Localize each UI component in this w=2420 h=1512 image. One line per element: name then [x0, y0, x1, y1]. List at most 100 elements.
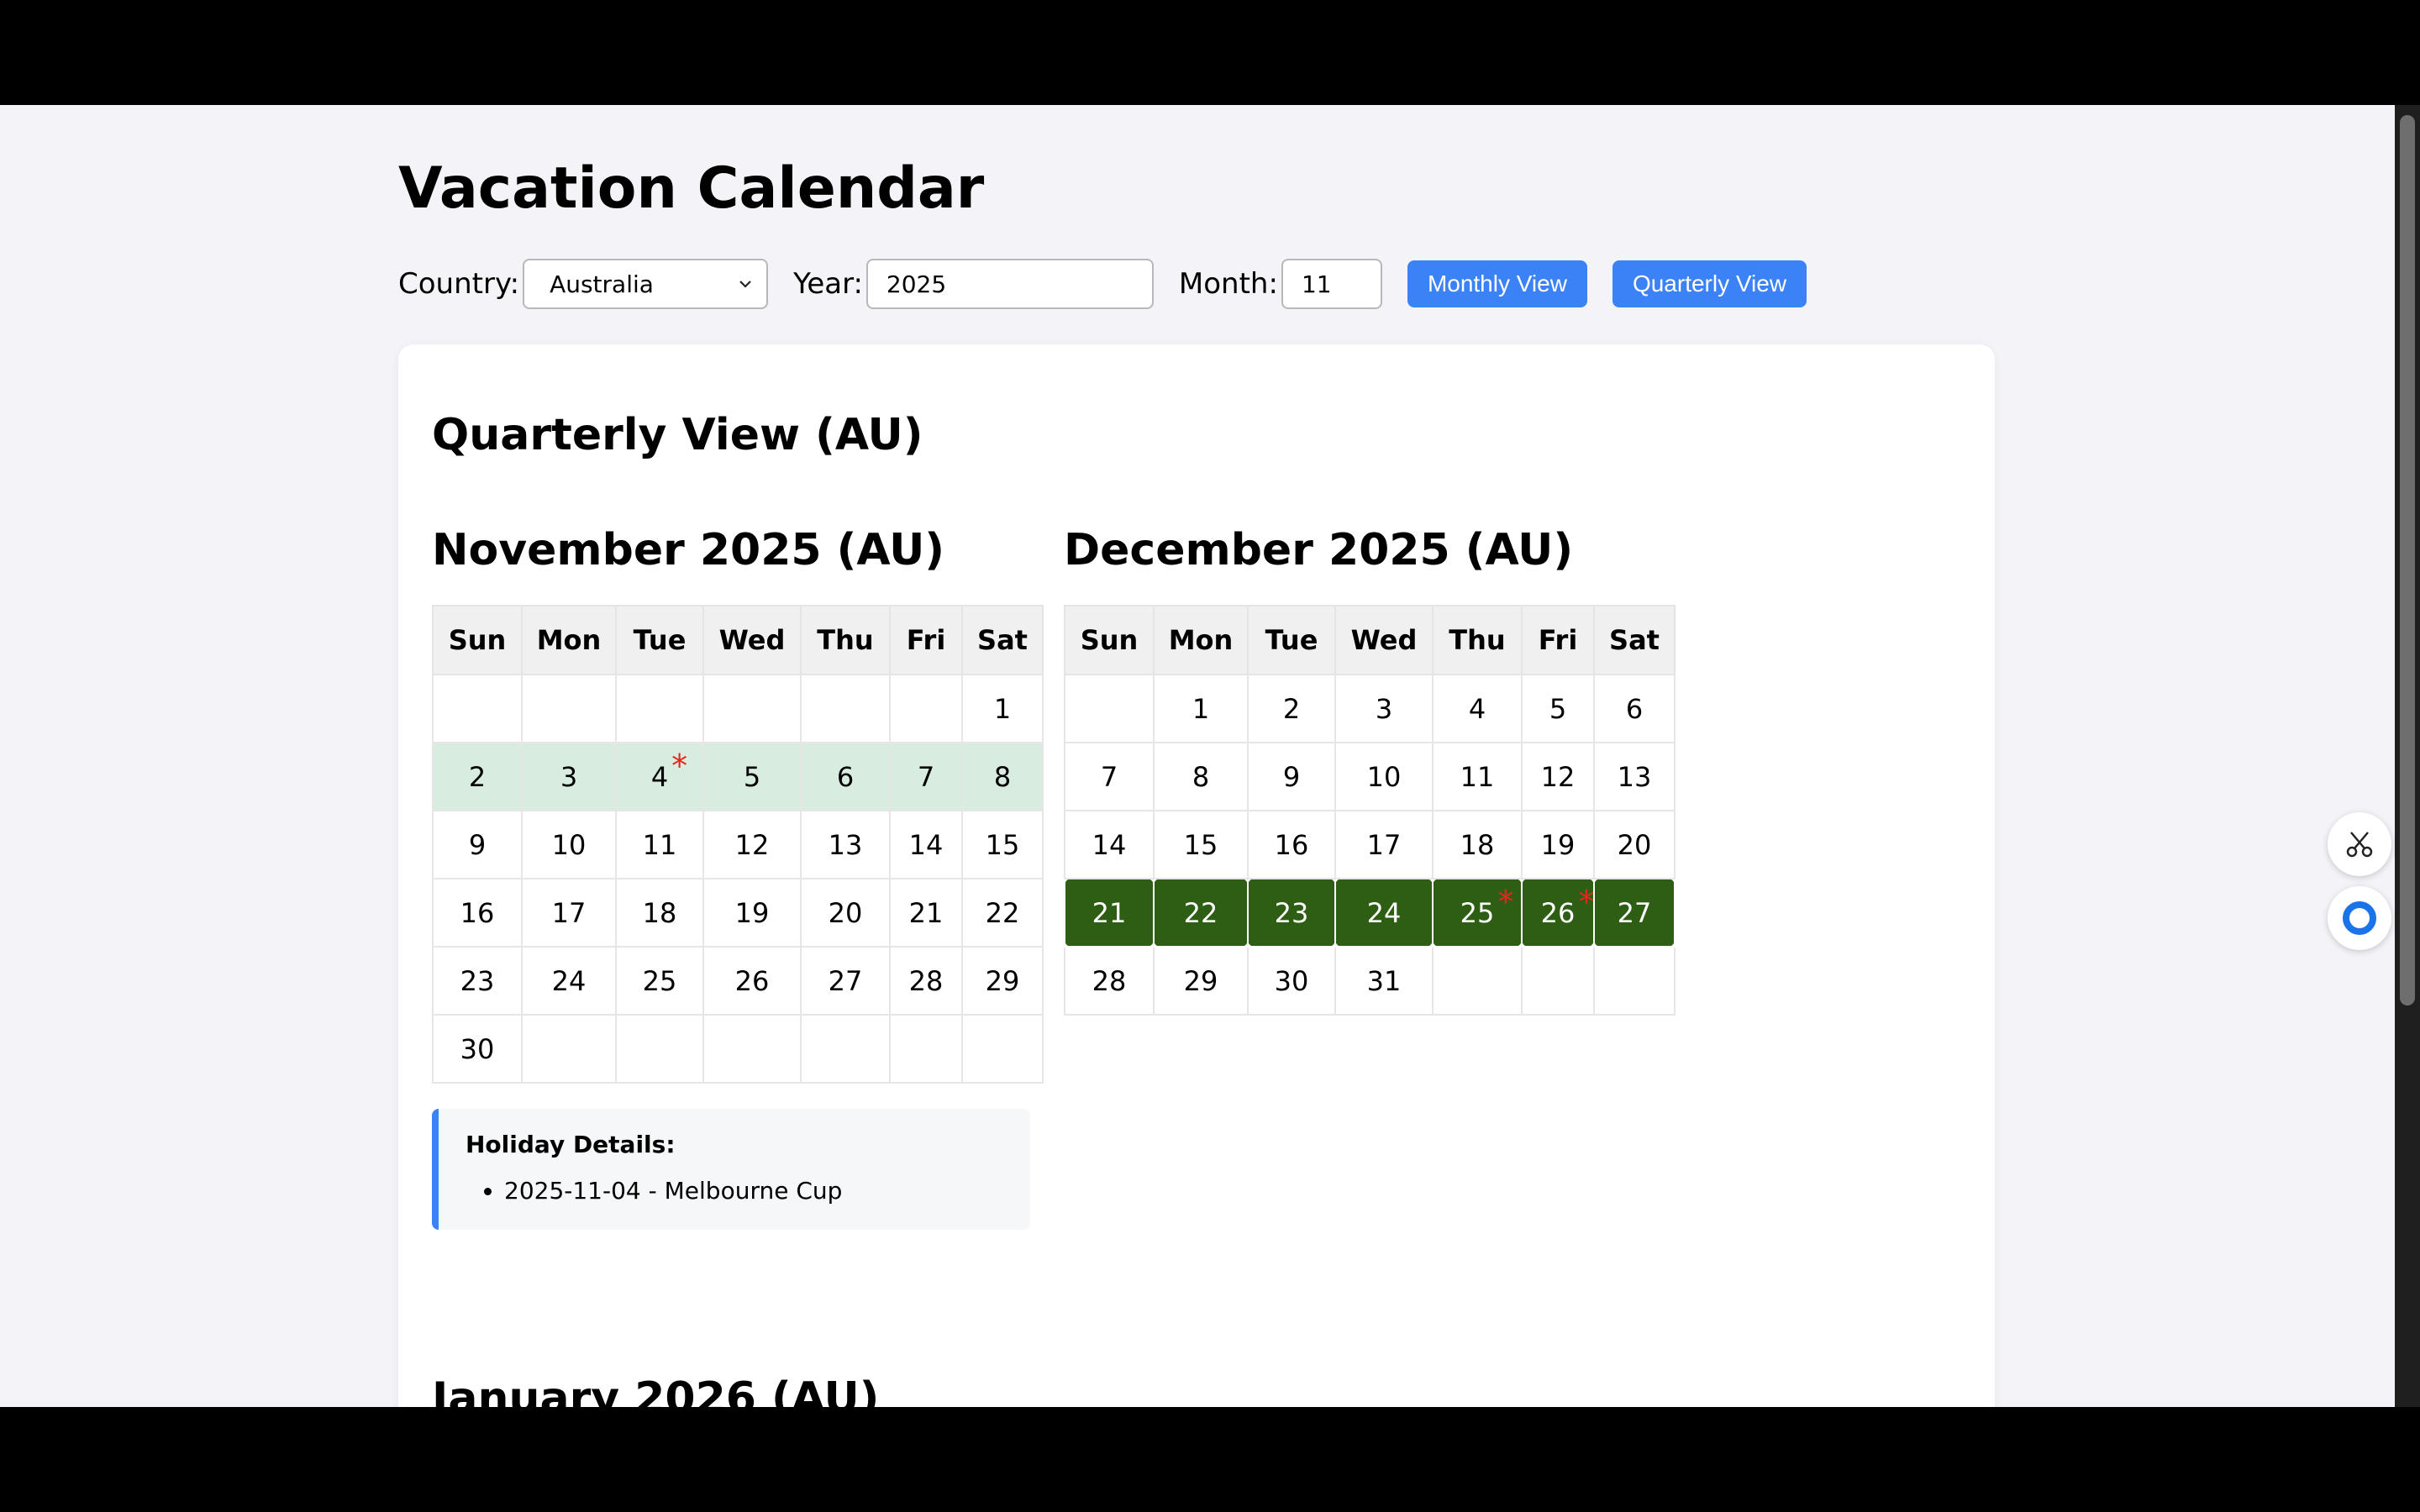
day-cell[interactable]: 24 — [521, 946, 617, 1016]
day-cell[interactable]: 6 — [1593, 674, 1676, 743]
day-cell[interactable]: 7 — [1064, 742, 1155, 811]
day-number: 4 — [1468, 692, 1486, 725]
day-cell[interactable]: 29 — [961, 946, 1044, 1016]
day-cell[interactable]: 30 — [432, 1014, 523, 1084]
day-cell[interactable]: 18 — [1432, 810, 1523, 879]
scrollbar[interactable] — [2395, 105, 2420, 1407]
monthly-view-button[interactable]: Monthly View — [1407, 260, 1587, 307]
day-number: 24 — [1366, 896, 1402, 929]
day-cell[interactable]: 8 — [961, 742, 1044, 811]
day-cell[interactable]: 16 — [432, 878, 523, 948]
day-cell[interactable]: 29 — [1153, 946, 1249, 1016]
year-input[interactable]: 2025 — [865, 259, 1154, 309]
day-cell[interactable]: 28 — [1064, 946, 1155, 1016]
day-number: 23 — [460, 964, 495, 997]
day-cell[interactable]: 12 — [702, 810, 802, 879]
day-cell[interactable]: 9 — [1247, 742, 1336, 811]
quarterly-view-button[interactable]: Quarterly View — [1612, 260, 1807, 307]
day-cell[interactable]: 23 — [1247, 878, 1336, 948]
day-cell[interactable]: 20 — [800, 878, 891, 948]
week-row: 9 10 11 12 13 14 15 — [432, 810, 1044, 879]
calendar-table: Sun Mon Tue Wed Thu Fri Sat 1 2 3 4 5 6 7 8 9 10 11 12 13 1… — [1064, 605, 1676, 1016]
day-cell[interactable]: 19 — [702, 878, 802, 948]
day-number: 19 — [734, 896, 770, 929]
day-number: 29 — [985, 964, 1020, 997]
empty-day-cell — [615, 1014, 704, 1084]
day-cell[interactable]: 14 — [1064, 810, 1155, 879]
day-cell[interactable]: 21 — [1064, 878, 1155, 948]
day-cell[interactable]: 6 — [800, 742, 891, 811]
month-input[interactable]: 11 — [1281, 259, 1382, 309]
calendar-card: Quarterly View (AU) November 2025 (AU) S… — [398, 344, 1995, 1407]
day-cell[interactable]: 3 — [1334, 674, 1434, 743]
day-number: 18 — [642, 896, 677, 929]
day-cell[interactable]: 4 — [1432, 674, 1523, 743]
day-cell[interactable]: 10 — [1334, 742, 1434, 811]
day-cell[interactable]: 4 * — [615, 742, 704, 811]
day-cell[interactable]: 25 — [615, 946, 704, 1016]
day-cell[interactable]: 17 — [1334, 810, 1434, 879]
day-cell[interactable]: 11 — [1432, 742, 1523, 811]
weekday-header: Sat — [961, 605, 1044, 675]
day-cell[interactable]: 19 — [1521, 810, 1595, 879]
day-cell[interactable]: 27 — [800, 946, 891, 1016]
day-cell[interactable]: 2 — [1247, 674, 1336, 743]
day-number: 20 — [1617, 828, 1652, 861]
month-input-value: 11 — [1301, 270, 1332, 298]
day-cell[interactable]: 25 * — [1432, 878, 1523, 948]
day-cell[interactable]: 5 — [1521, 674, 1595, 743]
day-cell[interactable]: 9 — [432, 810, 523, 879]
day-number: 21 — [908, 896, 944, 929]
month-block-december: December 2025 (AU) Sun Mon Tue Wed Thu Fri Sat… — [1064, 512, 1676, 1016]
controls-bar: Country: Australia Year: 2025 Month: 11 … — [398, 258, 1832, 310]
day-cell[interactable]: 1 — [1153, 674, 1249, 743]
day-cell[interactable]: 15 — [961, 810, 1044, 879]
day-cell[interactable]: 5 — [702, 742, 802, 811]
holiday-marker-icon: * — [1578, 884, 1595, 921]
day-cell[interactable]: 3 — [521, 742, 617, 811]
day-number: 8 — [1192, 760, 1210, 793]
day-cell[interactable]: 26 * — [1521, 878, 1595, 948]
day-cell[interactable]: 8 — [1153, 742, 1249, 811]
day-cell[interactable]: 12 — [1521, 742, 1595, 811]
day-cell[interactable]: 11 — [615, 810, 704, 879]
day-cell[interactable]: 18 — [615, 878, 704, 948]
day-cell[interactable]: 26 — [702, 946, 802, 1016]
day-cell[interactable]: 27 — [1593, 878, 1676, 948]
day-cell[interactable]: 10 — [521, 810, 617, 879]
day-cell[interactable]: 31 — [1334, 946, 1434, 1016]
day-cell[interactable]: 30 — [1247, 946, 1336, 1016]
day-number: 17 — [1366, 828, 1402, 861]
holiday-list: 2025-11-04 - Melbourne Cup — [466, 1177, 1005, 1205]
day-number: 23 — [1274, 896, 1309, 929]
day-cell[interactable]: 7 — [889, 742, 963, 811]
scrollbar-thumb[interactable] — [2400, 115, 2415, 1005]
day-cell[interactable]: 20 — [1593, 810, 1676, 879]
day-cell[interactable]: 13 — [1593, 742, 1676, 811]
day-cell[interactable]: 23 — [432, 946, 523, 1016]
day-number: 16 — [460, 896, 495, 929]
day-cell[interactable]: 14 — [889, 810, 963, 879]
empty-day-cell — [800, 674, 891, 743]
day-cell[interactable]: 1 — [961, 674, 1044, 743]
day-cell[interactable]: 13 — [800, 810, 891, 879]
holiday-details-title: Holiday Details: — [466, 1131, 676, 1158]
day-cell[interactable]: 22 — [961, 878, 1044, 948]
day-cell[interactable]: 21 — [889, 878, 963, 948]
scissors-icon[interactable] — [2328, 812, 2391, 876]
day-cell[interactable]: 24 — [1334, 878, 1434, 948]
empty-day-cell — [432, 674, 523, 743]
day-cell[interactable]: 28 — [889, 946, 963, 1016]
day-number: 5 — [743, 760, 761, 793]
day-cell[interactable]: 22 — [1153, 878, 1249, 948]
day-cell[interactable]: 15 — [1153, 810, 1249, 879]
day-number: 8 — [993, 760, 1012, 793]
day-cell[interactable]: 2 — [432, 742, 523, 811]
assistant-ring-icon[interactable] — [2328, 886, 2391, 950]
holiday-marker-icon: * — [1497, 884, 1514, 921]
day-cell[interactable]: 17 — [521, 878, 617, 948]
day-cell[interactable]: 16 — [1247, 810, 1336, 879]
day-number: 20 — [828, 896, 863, 929]
country-select[interactable]: Australia — [523, 259, 769, 309]
day-number: 29 — [1183, 964, 1218, 997]
